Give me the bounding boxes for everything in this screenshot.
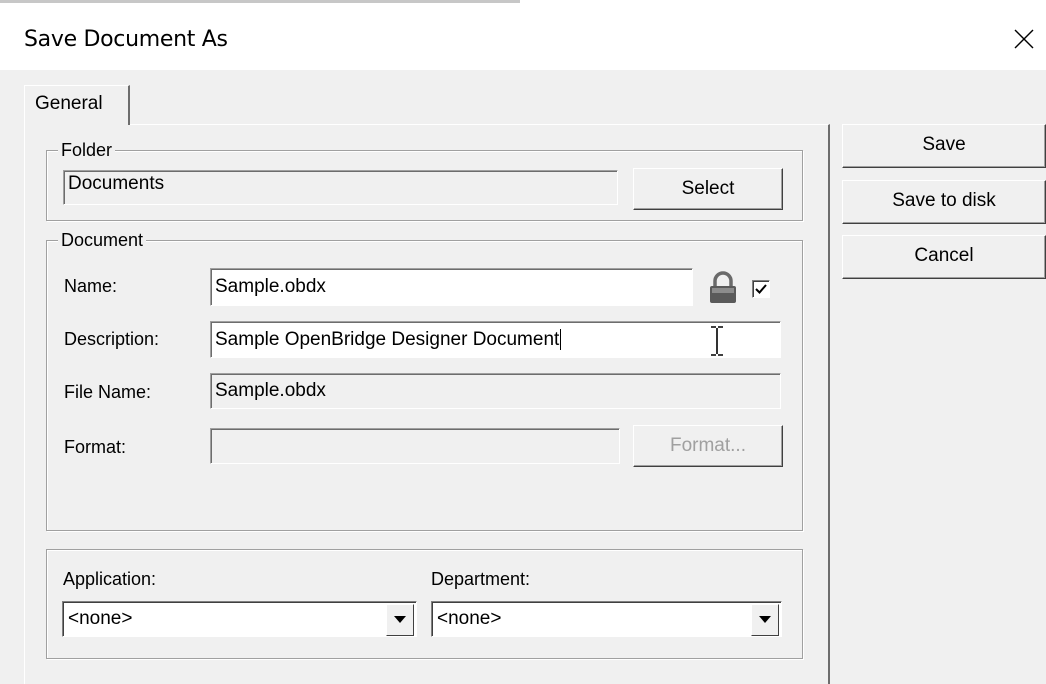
- window-title: Save Document As: [24, 27, 228, 52]
- save-button[interactable]: Save: [842, 124, 1046, 168]
- chevron-down-icon: [394, 616, 406, 623]
- application-dropdown[interactable]: <none>: [62, 601, 417, 637]
- close-button[interactable]: [1000, 18, 1046, 60]
- chevron-down-icon: [759, 616, 771, 623]
- document-legend: Document: [58, 230, 147, 251]
- file-name-field: Sample.obdx: [210, 373, 781, 409]
- close-icon: [1014, 29, 1034, 49]
- tab-general-label: General: [35, 93, 103, 114]
- ibeam-cursor-icon: [708, 325, 726, 357]
- text-caret: [560, 329, 562, 350]
- file-name-label: File Name:: [64, 382, 152, 402]
- application-value: <none>: [68, 608, 133, 629]
- format-button[interactable]: Format...: [633, 425, 783, 467]
- name-label: Name:: [64, 276, 118, 296]
- title-bar-accent: [0, 0, 520, 3]
- lock-icon[interactable]: [707, 271, 739, 305]
- application-dropdown-arrow[interactable]: [386, 604, 414, 636]
- format-label: Format:: [64, 437, 127, 457]
- description-field[interactable]: Sample OpenBridge Designer Document: [210, 321, 781, 358]
- description-label: Description:: [64, 329, 160, 349]
- description-text: Sample OpenBridge Designer Document: [215, 329, 560, 350]
- checkmark-icon: [755, 284, 767, 294]
- select-folder-button[interactable]: Select: [633, 168, 783, 210]
- tab-general[interactable]: General: [24, 85, 130, 125]
- department-dropdown-arrow[interactable]: [751, 604, 779, 636]
- department-value: <none>: [437, 608, 502, 629]
- lock-name-checkbox[interactable]: [752, 280, 770, 298]
- application-label: Application:: [63, 569, 157, 589]
- department-label: Department:: [431, 569, 531, 589]
- name-field[interactable]: Sample.obdx: [210, 268, 693, 306]
- department-dropdown[interactable]: <none>: [431, 601, 782, 637]
- cancel-button[interactable]: Cancel: [842, 235, 1046, 279]
- format-field: [210, 428, 620, 464]
- save-to-disk-button[interactable]: Save to disk: [842, 180, 1046, 224]
- folder-field[interactable]: Documents: [63, 170, 618, 205]
- folder-legend: Folder: [58, 140, 116, 161]
